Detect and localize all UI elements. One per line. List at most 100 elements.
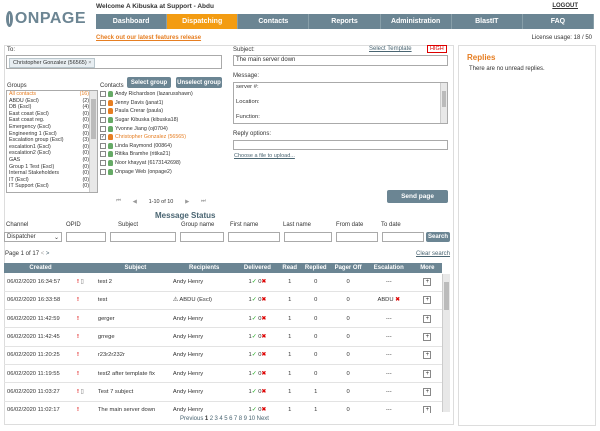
choose-file-link[interactable]: Choose a file to upload... xyxy=(234,153,295,159)
contact-checkbox[interactable] xyxy=(100,91,106,98)
group-item[interactable]: IT (Escl) (0) xyxy=(7,177,97,184)
subject-cell[interactable]: test2 after template fix xyxy=(97,364,173,384)
contact-checkbox[interactable] xyxy=(100,117,106,124)
contact-item[interactable]: Linda Raymond (00864) xyxy=(100,142,222,151)
recipient-cell[interactable]: Andy Henry xyxy=(172,382,236,402)
group-item[interactable]: Internal Stakeholders (0) xyxy=(7,170,97,177)
subject-cell[interactable]: grrege xyxy=(97,327,173,347)
contact-checkbox[interactable] xyxy=(100,151,106,158)
contact-checkbox[interactable] xyxy=(100,125,106,132)
contact-item[interactable]: Sugar Kibuska (kibuska18) xyxy=(100,116,222,125)
features-promo-link[interactable]: Check out our latest features release xyxy=(96,35,201,41)
subject-cell[interactable]: gerger xyxy=(97,309,173,329)
message-textarea[interactable]: server #: Location: Function: xyxy=(233,82,448,124)
message-scroll-thumb[interactable] xyxy=(442,91,446,107)
nav-faq[interactable]: FAQ xyxy=(523,14,594,29)
col-header[interactable]: Recipients xyxy=(172,263,236,273)
select-group-button[interactable]: Select group xyxy=(127,77,171,88)
page-number-link[interactable]: 6 xyxy=(229,416,232,422)
contact-checkbox[interactable] xyxy=(100,160,106,167)
subject-cell[interactable]: The main server down xyxy=(97,401,173,413)
subject-cell[interactable]: test xyxy=(97,291,173,311)
subject-cell[interactable]: Test 7 subject xyxy=(97,382,173,402)
subject-input[interactable]: The main server down xyxy=(233,55,448,66)
group-item[interactable]: All contacts (16) xyxy=(7,91,97,98)
contact-checkbox[interactable] xyxy=(100,99,106,106)
contact-item[interactable]: Ritika Bramhe (ritika21) xyxy=(100,150,222,159)
recipient-chip[interactable]: Christopher Gonzalez (56565) × xyxy=(9,58,96,68)
expand-icon[interactable]: + xyxy=(423,369,432,378)
opid-input[interactable] xyxy=(66,232,106,242)
recipient-cell[interactable]: ⚠ ABDU (Escl) xyxy=(172,291,236,311)
last-page-icon[interactable]: ⏭ xyxy=(201,198,206,205)
recipient-cell[interactable]: Andy Henry xyxy=(172,273,236,292)
nav-dispatching[interactable]: Dispatching xyxy=(167,14,239,29)
expand-icon[interactable]: + xyxy=(423,296,432,305)
page-number-link[interactable]: 3 xyxy=(215,416,218,422)
previous-link[interactable]: Previous xyxy=(180,416,203,422)
subject-filter-input[interactable] xyxy=(110,232,176,242)
group-item[interactable]: Escalation group (Escl) (3) xyxy=(7,137,97,144)
group-item[interactable]: GAS (0) xyxy=(7,157,97,164)
group-item[interactable]: escalation2 (Escl) (0) xyxy=(7,150,97,157)
table-scrollbar[interactable] xyxy=(442,274,450,412)
expand-icon[interactable]: + xyxy=(423,406,432,413)
search-button[interactable]: Search xyxy=(426,232,450,242)
message-scrollbar[interactable] xyxy=(440,83,447,123)
group-item[interactable]: Emergency (Escl) (0) xyxy=(7,124,97,131)
table-scroll-thumb[interactable] xyxy=(444,282,449,310)
col-header[interactable]: Subject xyxy=(97,263,173,273)
group-item[interactable]: East coast reg. (0) xyxy=(7,117,97,124)
col-header[interactable]: Read xyxy=(279,263,301,273)
col-header[interactable]: More xyxy=(412,263,442,273)
group-item[interactable]: Group 1 Test (Escl) (0) xyxy=(7,164,97,171)
subject-cell[interactable]: test 2 xyxy=(97,273,173,292)
table-row[interactable]: 06/02/2020 11:42:59! gerger Andy Henry 1✓ 0… xyxy=(4,309,442,329)
nav-blastit[interactable]: BlastIT xyxy=(452,14,523,29)
to-field[interactable]: Christopher Gonzalez (56565) × xyxy=(6,55,222,69)
send-page-button[interactable]: Send page xyxy=(387,190,448,203)
group-item[interactable]: Engineering 1 (Escl) (0) xyxy=(7,131,97,138)
next-page-icon[interactable]: ▶ xyxy=(185,199,189,205)
col-header[interactable]: Pager Off xyxy=(331,263,365,273)
nav-reports[interactable]: Reports xyxy=(309,14,381,29)
first-name-input[interactable] xyxy=(228,232,280,242)
table-row[interactable]: 06/02/2020 16:34:57! ▯ test 2 Andy Henry 1✓… xyxy=(4,273,442,292)
priority-badge[interactable]: HIGH xyxy=(427,45,447,53)
contact-item[interactable]: Paula Crerar (paula) xyxy=(100,107,222,116)
prev-arrow-icon[interactable]: < xyxy=(41,251,45,257)
page-number-link[interactable]: 7 xyxy=(234,416,237,422)
recipient-cell[interactable]: Andy Henry xyxy=(172,401,236,413)
contacts-list[interactable]: Andy Richardson (lazarusshawn) Jenny Davi… xyxy=(100,90,222,193)
next-arrow-icon[interactable]: > xyxy=(46,251,50,257)
nav-contacts[interactable]: Contacts xyxy=(238,14,310,29)
group-item[interactable]: East coast (Escl) (0) xyxy=(7,111,97,118)
table-row[interactable]: 06/02/2020 11:42:45! grrege Andy Henry 1✓ 0… xyxy=(4,327,442,347)
page-number-link[interactable]: 2 xyxy=(210,416,213,422)
page-number-link[interactable]: 5 xyxy=(224,416,227,422)
col-header[interactable]: Delivered xyxy=(235,263,280,273)
contact-item[interactable]: Andy Richardson (lazarusshawn) xyxy=(100,90,222,99)
contact-item[interactable]: Noor khayyat (6173142698) xyxy=(100,159,222,168)
prev-page-icon[interactable]: ◀ xyxy=(133,199,137,205)
recipient-cell[interactable]: Andy Henry xyxy=(172,327,236,347)
expand-icon[interactable]: + xyxy=(423,387,432,396)
group-filter-input[interactable] xyxy=(180,232,224,242)
subject-cell[interactable]: r23r2r232r xyxy=(97,346,173,365)
expand-icon[interactable]: + xyxy=(423,277,432,286)
reply-options-input[interactable] xyxy=(233,140,448,150)
next-link[interactable]: Next xyxy=(257,416,269,422)
page-number-link[interactable]: 9 xyxy=(244,416,247,422)
expand-icon[interactable]: + xyxy=(423,333,432,342)
group-item[interactable]: escalation1 (Escl) (0) xyxy=(7,144,97,151)
recipient-cell[interactable]: Andy Henry xyxy=(172,346,236,365)
table-row[interactable]: 06/02/2020 11:20:25! r23r2r232r Andy Henry… xyxy=(4,346,442,365)
unselect-group-button[interactable]: Unselect group xyxy=(176,77,222,88)
contact-item[interactable]: Jenny Davis (janat1) xyxy=(100,99,222,108)
expand-icon[interactable]: + xyxy=(423,314,432,323)
contact-checkbox[interactable] xyxy=(100,168,106,175)
nav-dashboard[interactable]: Dashboard xyxy=(96,14,168,29)
table-row[interactable]: 06/02/2020 11:19:55! test2 after template… xyxy=(4,364,442,384)
onpage-logo[interactable]: ONPAGE xyxy=(6,6,86,32)
contact-checkbox[interactable]: ✓ xyxy=(100,134,106,141)
